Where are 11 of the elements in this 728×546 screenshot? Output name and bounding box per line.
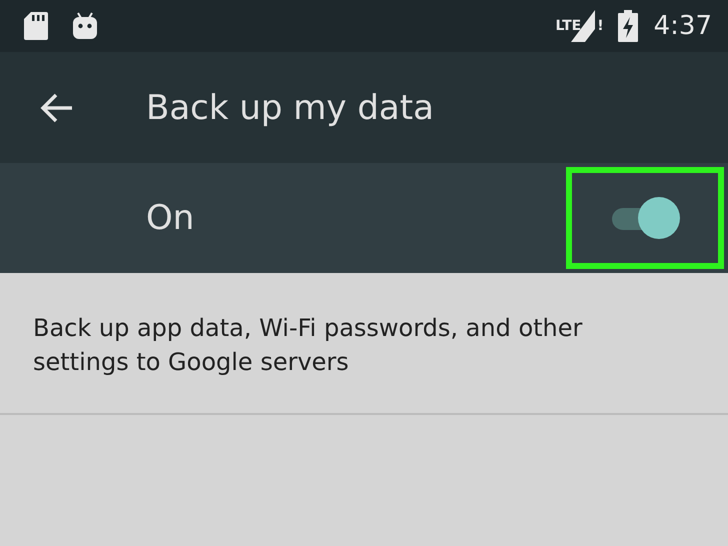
battery-charging-icon xyxy=(618,10,638,42)
description-text: Back up app data, Wi-Fi passwords, and other settings to Google servers xyxy=(33,313,584,378)
network-label: LTE xyxy=(556,18,582,34)
back-arrow-icon[interactable] xyxy=(40,92,74,122)
clock-time: 4:37 xyxy=(654,11,712,41)
toggle-switch[interactable] xyxy=(610,196,680,240)
android-icon xyxy=(72,12,98,40)
switch-label: On xyxy=(146,198,194,238)
sd-card-icon xyxy=(24,12,48,40)
signal-alert-text: ! xyxy=(597,18,604,34)
screen-title: Back up my data xyxy=(146,88,434,128)
